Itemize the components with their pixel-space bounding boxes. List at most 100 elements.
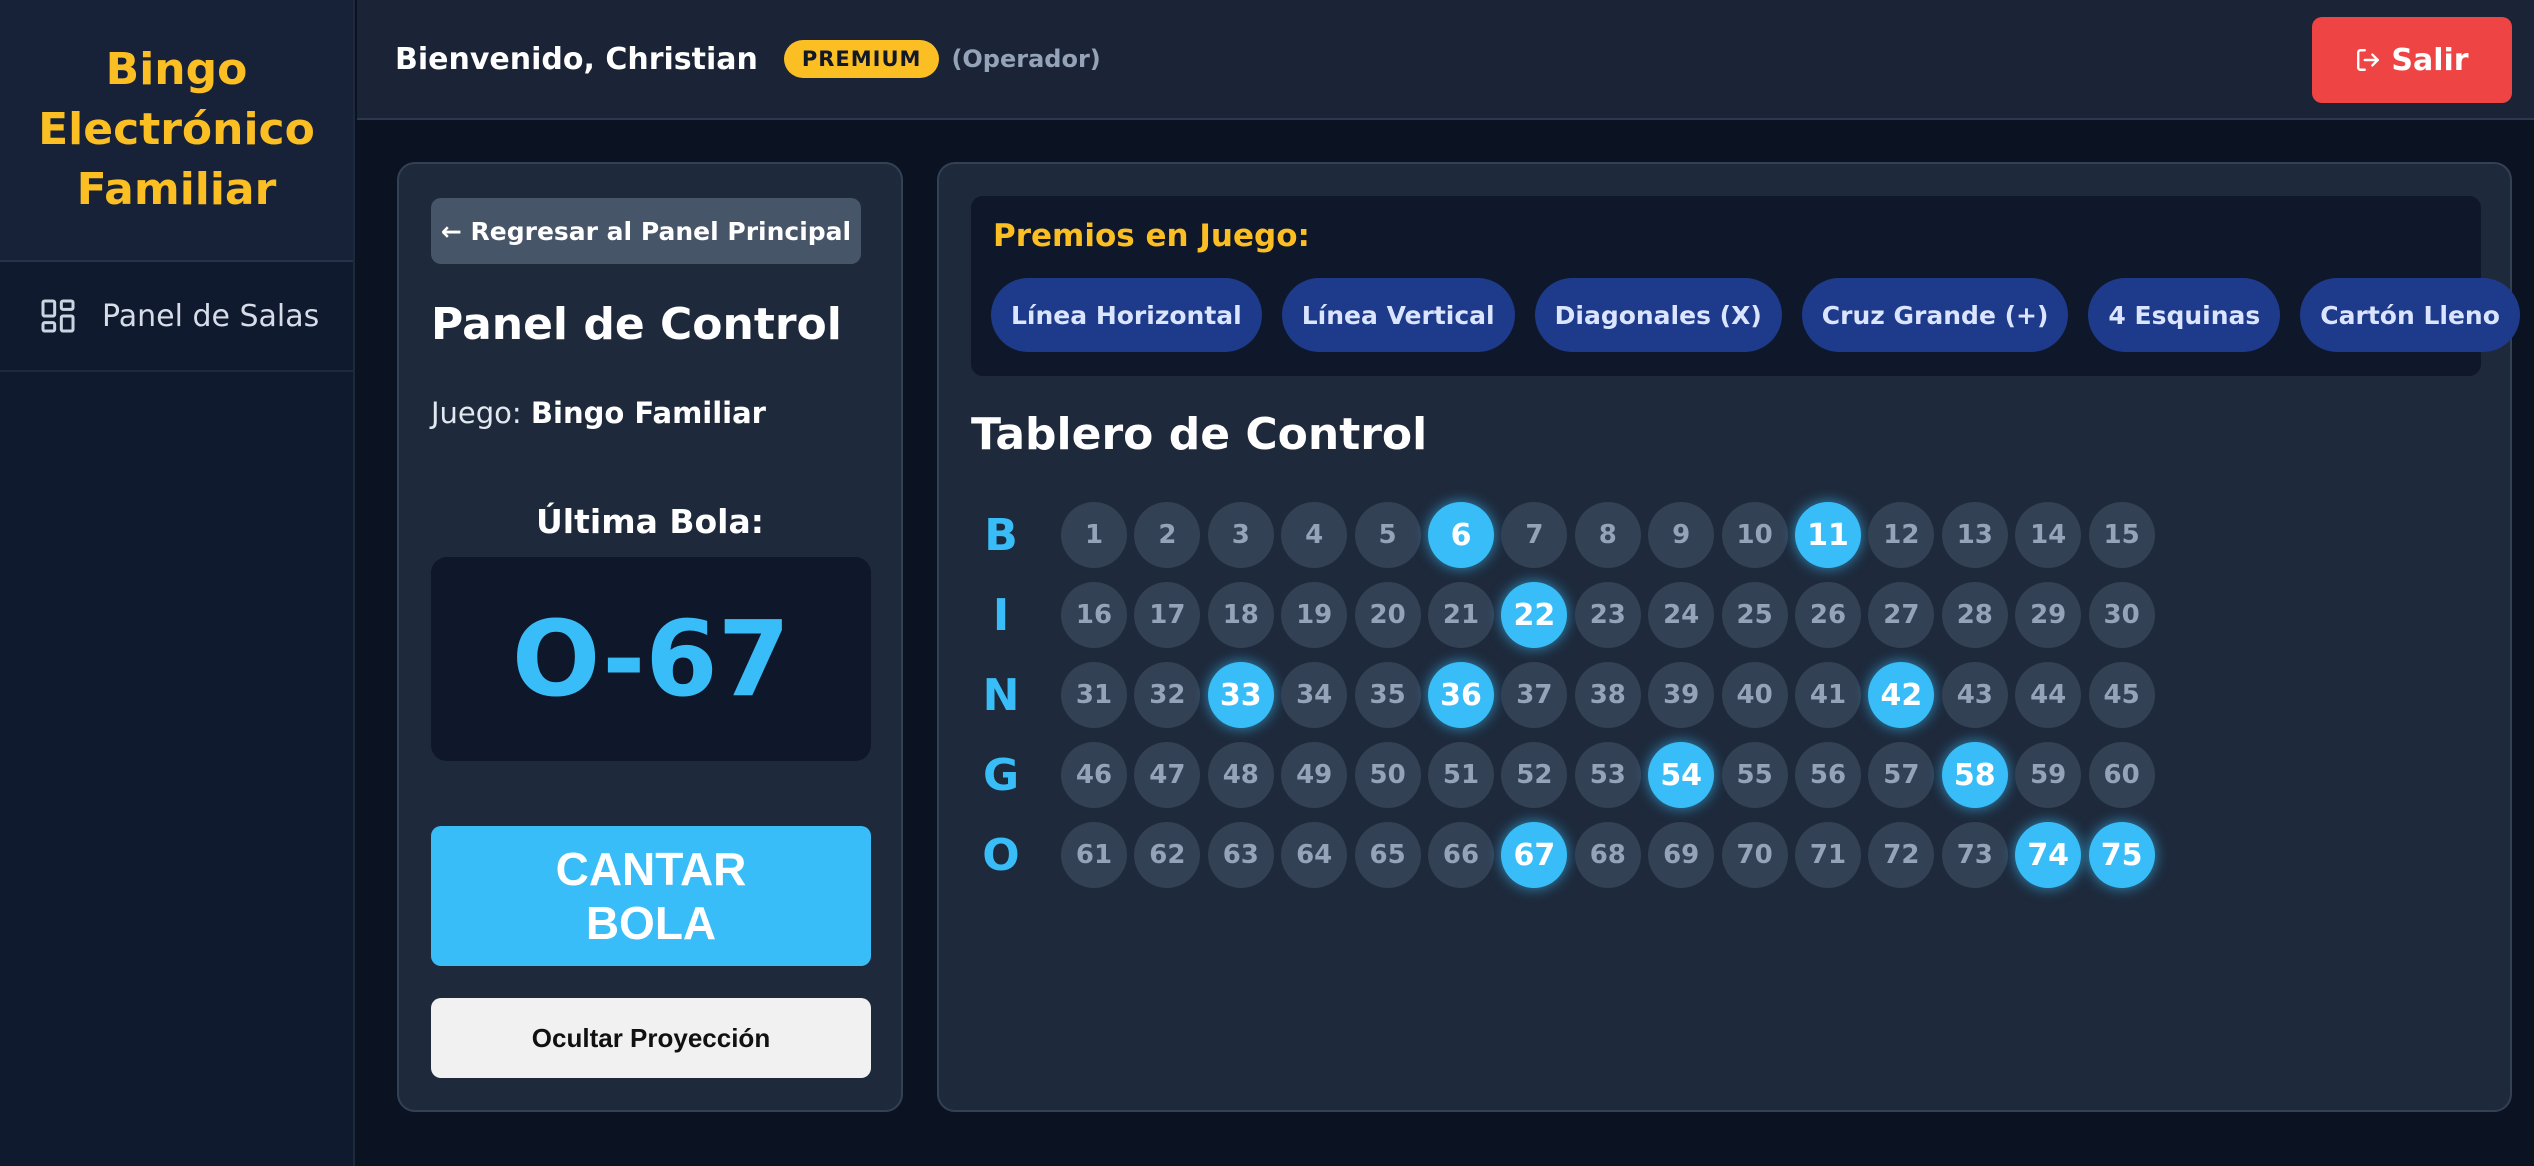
ball[interactable]: 37 [1501,662,1568,728]
ball-called[interactable]: 36 [1428,662,1494,728]
ball[interactable]: 51 [1428,742,1494,808]
ball[interactable]: 39 [1648,662,1715,728]
ball[interactable]: 62 [1134,822,1201,888]
ball[interactable]: 29 [2015,582,2082,648]
ball-called[interactable]: 75 [2088,822,2155,888]
row-letter: O [982,829,1020,881]
ball[interactable]: 40 [1721,662,1788,728]
ball[interactable]: 8 [1574,502,1641,568]
sidebar-item-panel-de-salas[interactable]: Panel de Salas [0,262,353,372]
ball[interactable]: 65 [1354,822,1421,888]
dashboard-icon [41,299,75,333]
ball[interactable]: 70 [1721,822,1788,888]
ball[interactable]: 41 [1795,662,1861,728]
ball[interactable]: 4 [1281,502,1348,568]
back-to-main-button[interactable]: ← Regresar al Panel Principal [431,198,861,264]
ball-called[interactable]: 33 [1207,662,1274,728]
ball[interactable]: 12 [1868,502,1935,568]
header: Bienvenido, Christian PREMIUM (Operador)… [357,0,2534,120]
ball-called[interactable]: 58 [1941,742,2008,808]
board-row-i: I 16 17 18 19 20 21 22 23 24 25 26 27 28 29 30 [971,582,2271,648]
ball[interactable]: 60 [2088,742,2155,808]
ball[interactable]: 52 [1501,742,1568,808]
ball[interactable]: 47 [1134,742,1201,808]
ball-called[interactable]: 74 [2015,822,2082,888]
ball[interactable]: 44 [2015,662,2082,728]
sidebar: Bingo Electrónico Familiar Panel de Sala… [0,0,355,1166]
ball[interactable]: 72 [1868,822,1935,888]
ball[interactable]: 46 [1061,742,1127,808]
ball[interactable]: 71 [1795,822,1861,888]
ball[interactable]: 17 [1134,582,1201,648]
ball[interactable]: 16 [1061,582,1127,648]
ball[interactable]: 5 [1354,502,1421,568]
ball[interactable]: 14 [2015,502,2082,568]
welcome-text: Bienvenido, Christian [395,41,758,77]
ball-called[interactable]: 22 [1501,582,1568,648]
ball[interactable]: 7 [1501,502,1568,568]
ball[interactable]: 13 [1941,502,2008,568]
ball[interactable]: 45 [2088,662,2155,728]
ball[interactable]: 28 [1941,582,2008,648]
ball-called[interactable]: 11 [1795,502,1861,568]
prize-chip: 4 Esquinas [2088,278,2281,352]
ball[interactable]: 56 [1795,742,1861,808]
last-ball-value: O-67 [511,598,791,720]
ball[interactable]: 55 [1721,742,1788,808]
game-info: Juego: Bingo Familiar [431,396,766,430]
ball[interactable]: 21 [1428,582,1494,648]
ball[interactable]: 25 [1721,582,1788,648]
ball[interactable]: 1 [1061,502,1127,568]
ball[interactable]: 73 [1941,822,2008,888]
ball[interactable]: 18 [1207,582,1274,648]
ball[interactable]: 64 [1281,822,1348,888]
ball[interactable]: 35 [1354,662,1421,728]
ball-called[interactable]: 42 [1868,662,1935,728]
ball[interactable]: 2 [1134,502,1201,568]
ball[interactable]: 30 [2088,582,2155,648]
ball[interactable]: 19 [1281,582,1348,648]
logout-button[interactable]: Salir [2312,17,2512,103]
ball[interactable]: 69 [1648,822,1715,888]
ball[interactable]: 68 [1574,822,1641,888]
ball[interactable]: 24 [1648,582,1715,648]
ball[interactable]: 32 [1134,662,1201,728]
ball[interactable]: 63 [1207,822,1274,888]
ball[interactable]: 43 [1941,662,2008,728]
board-row-n: N 31 32 33 34 35 36 37 38 39 40 41 42 43 44 45 [971,662,2271,728]
ball[interactable]: 49 [1281,742,1348,808]
last-ball-label: Última Bola: [536,502,764,541]
ball[interactable]: 20 [1354,582,1421,648]
ball[interactable]: 26 [1795,582,1861,648]
ball[interactable]: 10 [1721,502,1788,568]
ball[interactable]: 57 [1868,742,1935,808]
ball-called[interactable]: 54 [1648,742,1715,808]
ball-called[interactable]: 6 [1428,502,1494,568]
ball[interactable]: 38 [1574,662,1641,728]
ball[interactable]: 59 [2015,742,2082,808]
ball[interactable]: 53 [1574,742,1641,808]
row-letter: G [982,749,1020,801]
ball[interactable]: 34 [1281,662,1348,728]
premium-badge: PREMIUM [783,40,940,78]
ball-called[interactable]: 67 [1501,822,1568,888]
brand: Bingo Electrónico Familiar [0,0,353,262]
ball[interactable]: 48 [1207,742,1274,808]
ball[interactable]: 27 [1868,582,1935,648]
control-panel: ← Regresar al Panel Principal Panel de C… [397,162,903,1112]
prize-chip: Línea Horizontal [991,278,1262,352]
board-panel: Premios en Juego: Línea Horizontal Línea… [937,162,2520,1112]
ball[interactable]: 66 [1428,822,1494,888]
ball[interactable]: 61 [1061,822,1127,888]
board-row-o: O 61 62 63 64 65 66 67 68 69 70 71 72 73 74 75 [971,822,2271,888]
ball[interactable]: 15 [2088,502,2155,568]
last-ball-display: O-67 [431,557,871,761]
ball[interactable]: 9 [1648,502,1715,568]
ball[interactable]: 3 [1207,502,1274,568]
hide-projection-button[interactable]: Ocultar Proyección [431,998,871,1078]
ball[interactable]: 50 [1354,742,1421,808]
call-ball-button[interactable]: CANTAR BOLA [431,826,871,966]
ball[interactable]: 31 [1061,662,1127,728]
prize-chip: Cartón Lleno [2300,278,2520,352]
ball[interactable]: 23 [1574,582,1641,648]
